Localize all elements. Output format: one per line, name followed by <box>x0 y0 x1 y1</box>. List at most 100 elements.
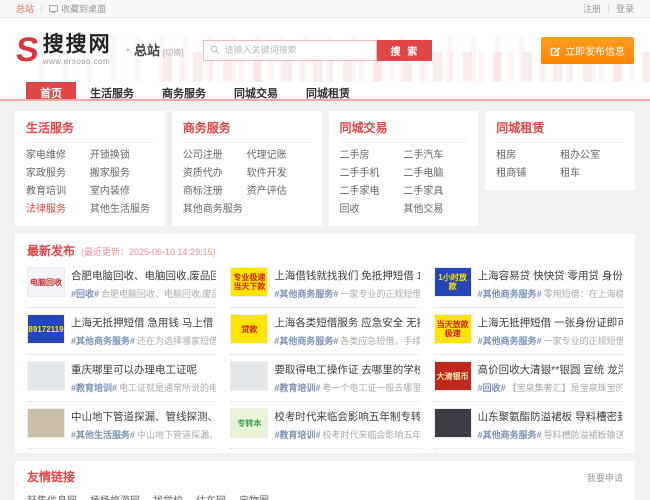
station-dot: · <box>126 42 131 60</box>
category-link[interactable]: 软件开发 <box>247 165 311 183</box>
favorite-to-desktop-link[interactable]: 收藏到桌面 <box>49 2 106 15</box>
listing-thumbnail: 专转本 <box>230 408 268 438</box>
category-link[interactable]: 公司注册 <box>183 147 247 165</box>
login-link[interactable]: 登录 <box>616 2 634 15</box>
search-input[interactable] <box>224 45 370 55</box>
category-link[interactable]: 租房 <box>496 147 560 165</box>
nav-item-local-rental[interactable]: 同城租赁 <box>292 82 364 99</box>
listing-item[interactable]: 要取得电工操作证 去哪里的学校培训考试呢 #教育培训#考一个电工证一般去哪里报名… <box>230 355 419 402</box>
category-title[interactable]: 生活服务 <box>26 119 154 143</box>
apply-friend-link[interactable]: 我要申请 <box>587 471 623 484</box>
register-link[interactable]: 注册 <box>583 2 601 15</box>
friend-link[interactable]: 找学校 <box>153 492 183 500</box>
category-link[interactable]: 教育培训 <box>26 183 90 201</box>
topbar: 总站 收藏到桌面 注册 登录 <box>0 0 650 18</box>
category-link[interactable]: 其他商务服务 <box>183 201 247 219</box>
listing-title[interactable]: 山东聚氨酯防溢裙板 导料槽密封挡皮 <box>478 409 623 424</box>
listing-category-tag[interactable]: #其他商务服务# <box>478 336 542 346</box>
listing-item[interactable]: 山东聚氨酯防溢裙板 导料槽密封挡皮 #其他商务服务#导料槽防溢裙板输送带挡尘板双… <box>434 402 623 449</box>
category-link[interactable]: 资产评估 <box>247 183 311 201</box>
listing-item[interactable]: 重庆哪里可以办理电工证呢 #教育培训#电工证就是通常所说的电工，是从事电工… <box>27 355 216 402</box>
listing-category-tag[interactable]: #其他生活服务# <box>71 430 135 440</box>
category-link[interactable]: 其他生活服务 <box>90 201 154 219</box>
listing-title[interactable]: 上海借钱就找我们 免抵押短借 1小时放款 <box>274 268 419 283</box>
category-link[interactable]: 二手家具 <box>403 183 467 201</box>
listing-category-tag[interactable]: #教育培训# <box>71 383 117 393</box>
friend-link[interactable]: 估车网 <box>196 492 226 500</box>
topbar-station-link[interactable]: 总站 <box>16 2 34 15</box>
category-link[interactable]: 室内装修 <box>90 183 154 201</box>
category-link[interactable]: 开锁换锁 <box>90 147 154 165</box>
listing-category-tag[interactable]: #教育培训# <box>274 383 320 393</box>
listing-item[interactable]: 专业极速 当天下款 上海借钱就找我们 免抵押短借 1小时放款 #其他商务服务#一… <box>230 261 419 308</box>
category-link[interactable]: 代理记账 <box>247 147 311 165</box>
category-link[interactable]: 商标注册 <box>183 183 247 201</box>
listing-category-tag[interactable]: #其他商务服务# <box>274 289 338 299</box>
category-link[interactable]: 资质代办 <box>183 165 247 183</box>
category-link[interactable]: 租车 <box>560 165 624 183</box>
listing-title[interactable]: 合肥电脑回收、电脑回收,废品回收，打印机，复 <box>71 268 216 283</box>
listing-item[interactable]: 专转本 校考时代来临会影响五年制专转本考试难度吗？该 #教育培训#校考时代来临会… <box>230 402 419 449</box>
listing-item[interactable]: 大清银币 高价回收大清银**银圆 宣统 龙洋 大清银** 大 #回收#【宝泉集奢… <box>434 355 623 402</box>
listing-description: 还在为选择哪家短借公司纠结烦恼… <box>137 336 216 346</box>
listing-item[interactable]: 中山地下管道探漏、管线探测、水管漏水检测 #其他生活服务#中山地下管道探漏、管线… <box>27 402 216 449</box>
listing-title[interactable]: 上海无抵押短借 一张身份证即可下款 当天放款 <box>478 315 623 330</box>
nav-item-life-services[interactable]: 生活服务 <box>76 82 148 99</box>
publish-button[interactable]: 立即发布信息 <box>541 37 634 64</box>
category-link[interactable]: 搬家服务 <box>90 165 154 183</box>
category-link[interactable]: 二手手机 <box>340 165 404 183</box>
friend-link[interactable]: 杨杨旅游网 <box>90 492 140 500</box>
category-link[interactable]: 租商铺 <box>496 165 560 183</box>
site-logo[interactable]: S 搜搜网 www.ersoso.com <box>16 33 112 67</box>
category-link[interactable]: 回收 <box>340 201 404 219</box>
category-link[interactable]: 家政服务 <box>26 165 90 183</box>
friend-link[interactable]: 赶集信息网 <box>27 492 77 500</box>
listing-item[interactable]: 1小时放款 上海容易贷 快快贷 零用贷 身份证贷 当场放款 #其他商务服务#零用… <box>434 261 623 308</box>
listing-category-tag[interactable]: #回收# <box>71 289 99 299</box>
latest-section: 最新发布 (最近更新：2025-06-10 14:29:15) 电脑回收 合肥电… <box>15 234 635 453</box>
search-button[interactable]: 搜 索 <box>377 40 432 61</box>
logo-icon: S <box>14 33 38 67</box>
listing-title[interactable]: 上海容易贷 快快贷 零用贷 身份证贷 当场放款 <box>478 268 623 283</box>
listing-category-tag[interactable]: #其他商务服务# <box>71 336 135 346</box>
search-bar: 搜 索 <box>203 40 432 61</box>
site-domain: www.ersoso.com <box>43 58 112 66</box>
listing-title[interactable]: 上海无抵押短借 急用钱 马上借 当天放 <box>71 315 216 330</box>
category-link[interactable]: 二手汽车 <box>403 147 467 165</box>
listing-title[interactable]: 中山地下管道探漏、管线探测、水管漏水检测 <box>71 409 216 424</box>
nav-item-home[interactable]: 首页 <box>26 82 76 99</box>
category-card-life: 生活服务 家电维修 开锁换锁 家政服务 搬家服务 教育培训 室内装修 法律服务 … <box>15 111 165 226</box>
listing-item[interactable]: 当天放款 极速 上海无抵押短借 一张身份证即可下款 当天放款 #其他商务服务#一… <box>434 308 623 355</box>
listing-category-tag[interactable]: #其他商务服务# <box>478 289 542 299</box>
category-link[interactable]: 法律服务 <box>26 201 90 219</box>
listing-thumbnail: 1小时放款 <box>434 267 472 297</box>
listing-description: 各类应急短借，手续简单，速度超… <box>340 336 419 346</box>
category-title[interactable]: 同城租赁 <box>496 119 624 143</box>
listing-category-tag[interactable]: #回收# <box>478 383 506 393</box>
category-link[interactable]: 其他交易 <box>403 201 467 219</box>
listing-category-tag[interactable]: #其他商务服务# <box>478 430 542 440</box>
listing-title[interactable]: 上海各类短借服务 应急安全 无抵押 当场下款 <box>274 315 419 330</box>
listing-title[interactable]: 重庆哪里可以办理电工证呢 <box>71 362 216 377</box>
listing-item[interactable]: 贷款 上海各类短借服务 应急安全 无抵押 当场下款 #其他商务服务#各类应急短借… <box>230 308 419 355</box>
station-switch-link[interactable]: [切换] <box>163 47 183 58</box>
friend-link[interactable]: 宠物圈 <box>239 492 269 500</box>
category-link[interactable]: 租办公室 <box>560 147 624 165</box>
category-link[interactable]: 二手房 <box>340 147 404 165</box>
category-link[interactable]: 二手家电 <box>340 183 404 201</box>
listing-category-tag[interactable]: #教育培训# <box>274 430 320 440</box>
listing-title[interactable]: 要取得电工操作证 去哪里的学校培训考试呢 <box>274 362 419 377</box>
category-link[interactable]: 家电维修 <box>26 147 90 165</box>
listing-thumbnail <box>27 408 65 438</box>
category-link[interactable]: 二手电脑 <box>403 165 467 183</box>
nav-item-business-services[interactable]: 商务服务 <box>148 82 220 99</box>
nav-item-local-trade[interactable]: 同城交易 <box>220 82 292 99</box>
listing-item[interactable]: 电脑回收 合肥电脑回收、电脑回收,废品回收，打印机，复 #回收#合肥电脑回收、电… <box>27 261 216 308</box>
category-title[interactable]: 商务服务 <box>183 119 311 143</box>
listing-title[interactable]: 校考时代来临会影响五年制专转本考试难度吗？该 <box>274 409 419 424</box>
listing-category-tag[interactable]: #其他商务服务# <box>274 336 338 346</box>
category-title[interactable]: 同城交易 <box>340 119 468 143</box>
listing-thumbnail: 电脑回收 <box>27 267 65 297</box>
listing-item[interactable]: 89172119 上海无抵押短借 急用钱 马上借 当天放 #其他商务服务#还在为… <box>27 308 216 355</box>
listing-title[interactable]: 高价回收大清银**银圆 宣统 龙洋 大清银** 大 <box>478 362 623 377</box>
